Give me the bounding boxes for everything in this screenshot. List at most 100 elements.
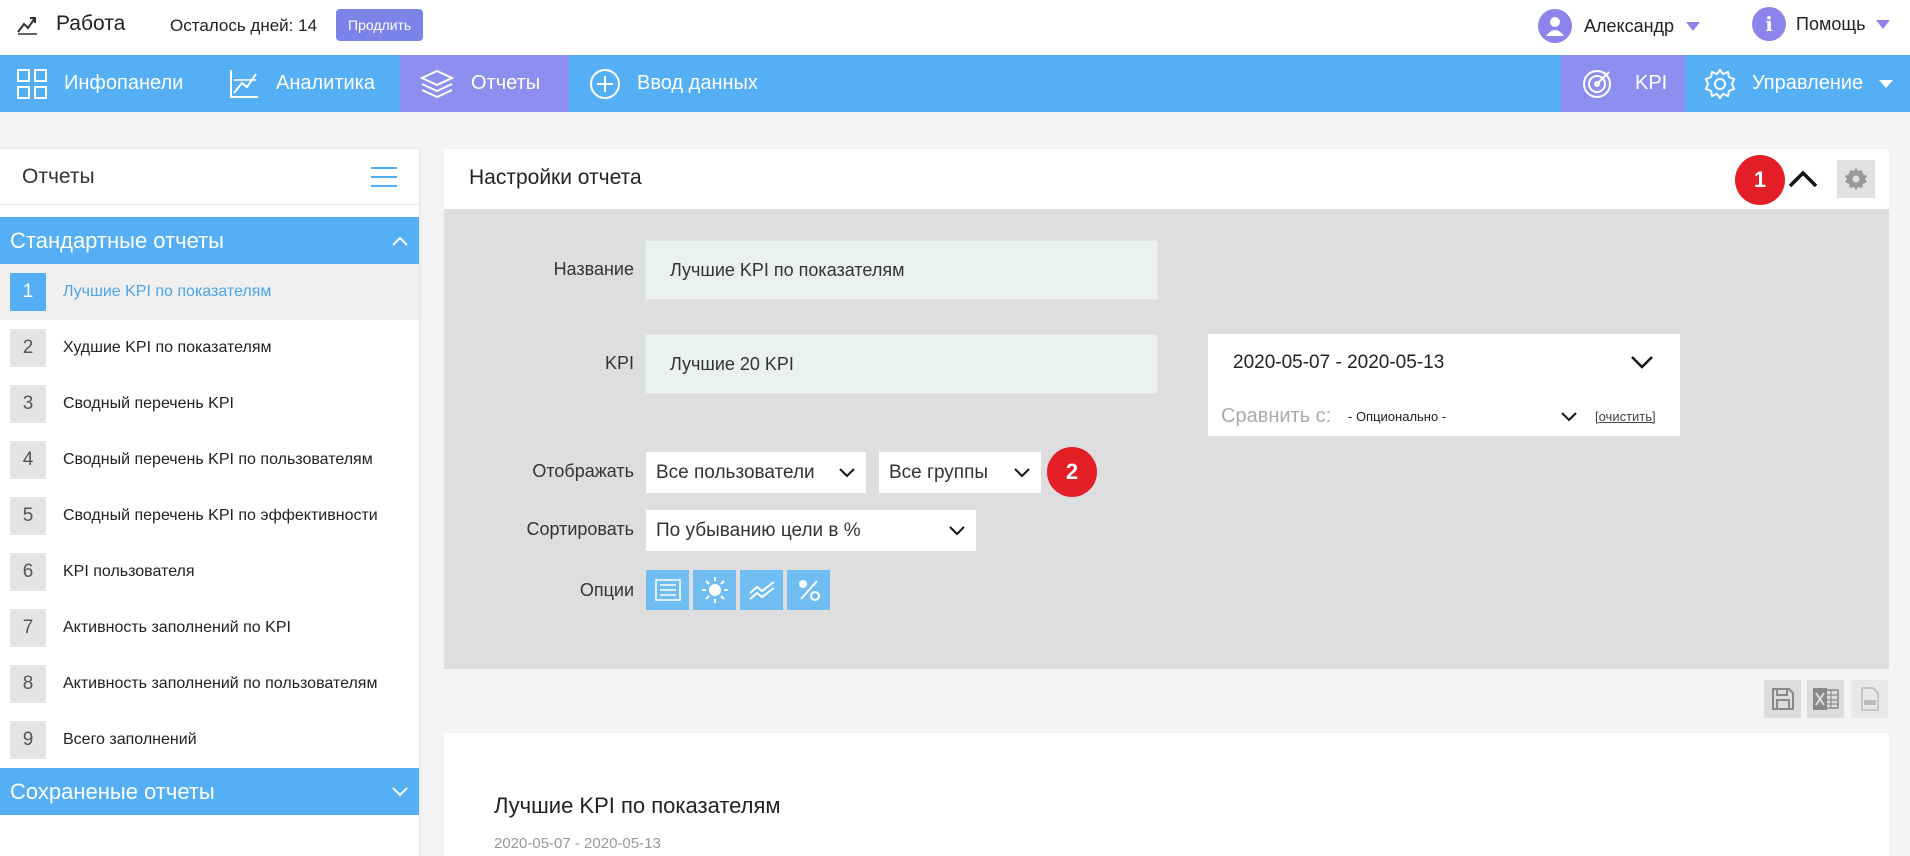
app-title: Работа (56, 12, 126, 35)
compare-select[interactable]: - Опционально - (1348, 409, 1446, 424)
report-item[interactable]: 1 Лучшие KPI по показателям (0, 264, 419, 320)
clear-link[interactable]: [очистить] (1595, 409, 1656, 424)
chevron-down-icon (392, 786, 408, 796)
report-item[interactable]: 6 KPI пользователя (0, 544, 419, 600)
section-label: Стандартные отчеты (10, 227, 224, 253)
settings-title: Настройки отчета (469, 166, 642, 189)
result-title: Лучшие KPI по показателям (494, 793, 781, 818)
report-label: KPI пользователя (63, 563, 195, 580)
nav-label: Управление (1752, 72, 1864, 94)
option-percent-button[interactable] (787, 570, 830, 610)
nav-analytics[interactable]: Аналитика (210, 55, 400, 112)
gear-icon (1704, 67, 1736, 100)
chart-icon (230, 69, 258, 98)
settings-form: Название Лучшие KPI по показателям KPI Л… (444, 209, 1889, 669)
nav-label: Ввод данных (637, 72, 758, 94)
chevron-down-icon[interactable] (1560, 411, 1578, 423)
export-toolbar (444, 669, 1889, 733)
main-content: Настройки отчета 1 Название Лучшие KPI п… (444, 149, 1889, 856)
report-label: Лучшие KPI по показателям (63, 283, 272, 300)
brand[interactable]: Работа (16, 12, 125, 36)
extend-button[interactable]: Продлить (336, 9, 424, 41)
grid-icon (17, 68, 47, 99)
trend-up-icon (17, 17, 37, 35)
groups-select[interactable]: Все группы (879, 452, 1041, 493)
nav-label: Аналитика (276, 72, 375, 94)
help-label: Помощь (1796, 13, 1866, 34)
help-menu[interactable]: i Помощь (1752, 7, 1890, 41)
report-item[interactable]: 7 Активность заполнений по KPI (0, 600, 419, 656)
kpi-label: KPI (604, 353, 634, 373)
nav-dashboards[interactable]: Инфопанели (0, 55, 208, 112)
user-menu[interactable]: Александр (1538, 9, 1701, 43)
report-label: Сводный перечень KPI по пользователям (63, 451, 373, 468)
settings-gear-button[interactable] (1837, 160, 1875, 198)
chevron-down-icon (949, 525, 965, 535)
nav-kpi[interactable]: KPI (1561, 55, 1685, 112)
report-item[interactable]: 2 Худшие KPI по показателям (0, 320, 419, 376)
report-item[interactable]: 4 Сводный перечень KPI по пользователям (0, 432, 419, 488)
nav-data-entry[interactable]: Ввод данных (569, 55, 789, 112)
sidebar: Отчеты Стандартные отчеты 1 Лучшие KPI по… (0, 149, 419, 856)
sort-label: Сортировать (526, 519, 634, 539)
report-number: 8 (10, 665, 46, 703)
section-saved-reports[interactable]: Сохраненые отчеты (0, 768, 419, 815)
report-label: Активность заполнений по KPI (63, 619, 291, 636)
pdf-icon (1860, 687, 1879, 711)
chevron-down-icon[interactable] (1630, 354, 1654, 370)
chevron-up-icon[interactable] (1786, 162, 1820, 196)
export-excel-button[interactable] (1807, 680, 1844, 718)
hamburger-icon[interactable] (371, 165, 397, 189)
name-input[interactable]: Лучшие KPI по показателям (645, 240, 1158, 300)
report-label: Активность заполнений по пользователям (63, 675, 378, 692)
percent-icon (798, 580, 820, 601)
nav-label: KPI (1635, 72, 1668, 94)
chevron-down-icon (839, 467, 855, 477)
option-trend-button[interactable] (740, 570, 783, 610)
nav-management[interactable]: Управление (1685, 55, 1910, 112)
option-sun-button[interactable] (693, 570, 736, 610)
section-label: Сохраненые отчеты (10, 778, 215, 804)
report-item[interactable]: 5 Сводный перечень KPI по эффективности (0, 488, 419, 544)
settings-header: Настройки отчета 1 (444, 149, 1889, 209)
options-label: Опции (579, 580, 634, 600)
date-picker[interactable]: 2020-05-07 - 2020-05-13 Сравнить с: - Оп… (1208, 334, 1680, 436)
report-item[interactable]: 9 Всего заполнений (0, 712, 419, 768)
trend-icon (748, 581, 775, 600)
compare-label: Сравнить с: (1221, 405, 1332, 427)
report-number: 2 (10, 329, 46, 367)
report-number: 5 (10, 497, 46, 535)
date-range-value: 2020-05-07 - 2020-05-13 (1233, 352, 1445, 373)
info-icon: i (1752, 7, 1786, 41)
chevron-down-icon (1875, 19, 1890, 29)
callout-badge-1: 1 (1735, 155, 1785, 205)
users-select-value: Все пользователи (656, 461, 815, 483)
chevron-down-icon (1879, 79, 1894, 88)
excel-icon (1812, 688, 1839, 710)
save-button[interactable] (1764, 680, 1801, 718)
export-pdf-button[interactable] (1851, 680, 1888, 718)
users-select[interactable]: Все пользователи (646, 452, 866, 493)
report-item[interactable]: 8 Активность заполнений по пользователям (0, 656, 419, 712)
report-number: 9 (10, 721, 46, 759)
report-item[interactable]: 3 Сводный перечень KPI (0, 376, 419, 432)
option-list-button[interactable] (646, 570, 689, 610)
groups-select-value: Все группы (889, 461, 989, 483)
sort-select[interactable]: По убыванию цели в % (646, 510, 976, 551)
report-list: 1 Лучшие KPI по показателям 2 Худшие KPI п… (0, 264, 419, 768)
report-label: Худшие KPI по показателям (63, 339, 272, 356)
result-date-range: 2020-05-07 - 2020-05-13 (494, 835, 661, 852)
save-icon (1771, 688, 1794, 710)
nav-reports[interactable]: Отчеты (400, 55, 569, 112)
name-label: Название (553, 259, 634, 279)
nav-label: Инфопанели (64, 72, 184, 94)
section-standard-reports[interactable]: Стандартные отчеты (0, 217, 419, 264)
list-icon (654, 579, 681, 601)
report-number: 7 (10, 609, 46, 647)
report-number: 1 (10, 273, 46, 311)
report-number: 3 (10, 385, 46, 423)
report-number: 6 (10, 553, 46, 591)
callout-badge-2: 2 (1047, 447, 1097, 497)
kpi-input[interactable]: Лучшие 20 KPI (645, 334, 1158, 394)
sidebar-header: Отчеты (0, 149, 419, 205)
